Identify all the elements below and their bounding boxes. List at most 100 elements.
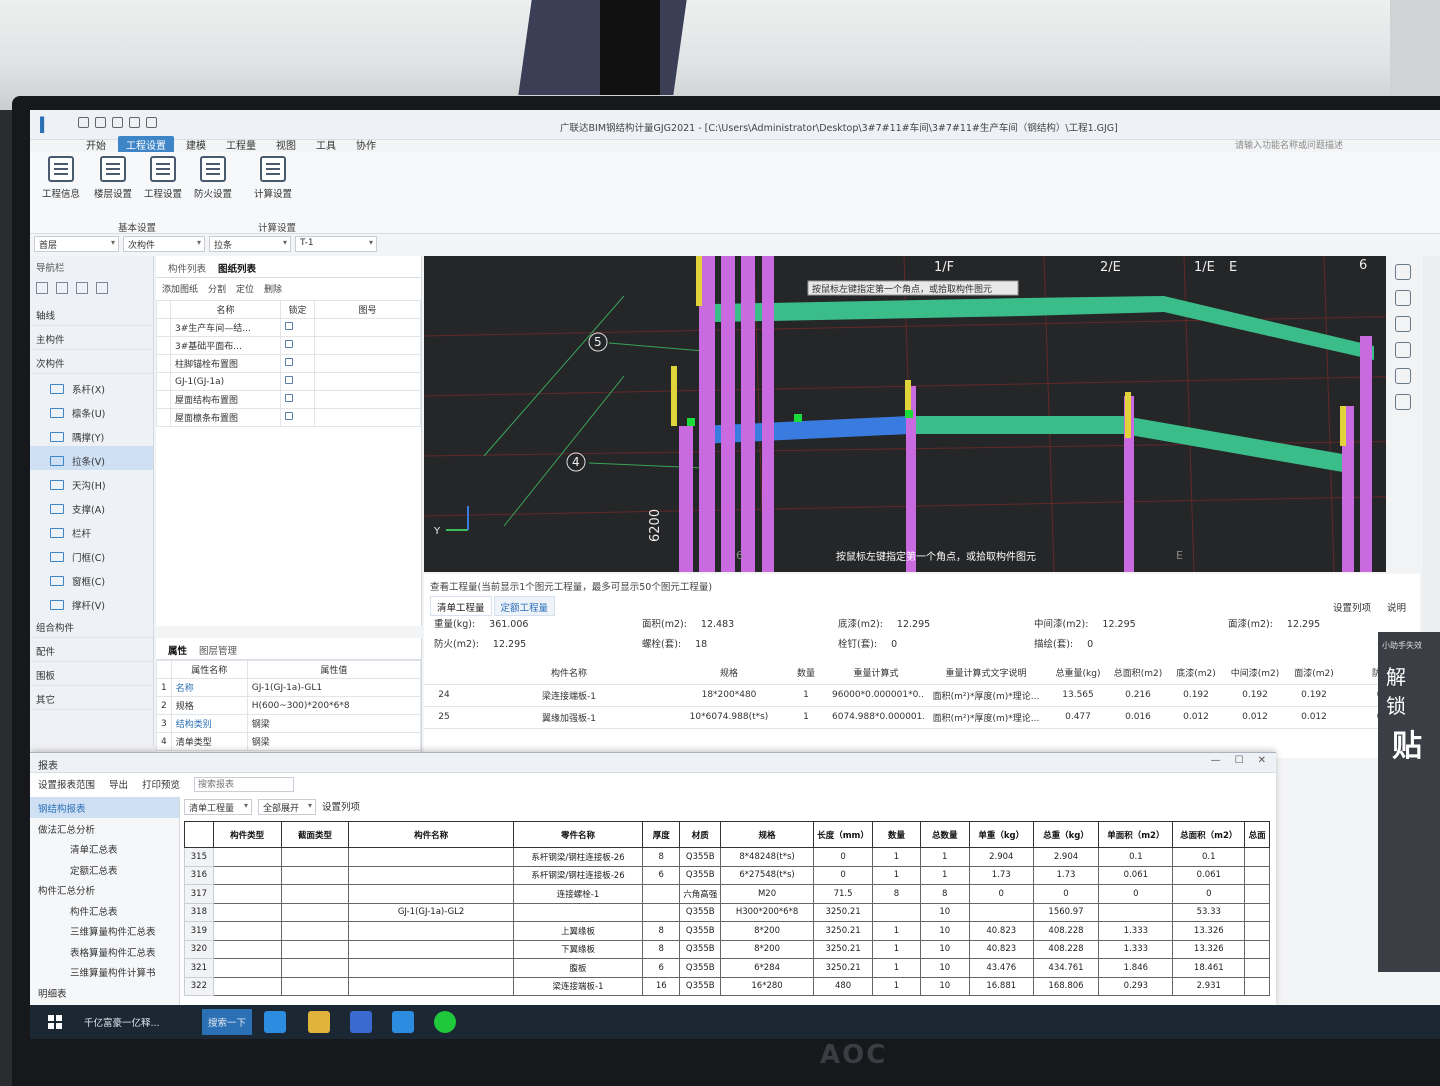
new-file-icon[interactable] (78, 117, 89, 128)
drawing-row-lock[interactable] (280, 372, 315, 391)
nav-item-6[interactable]: 栏杆 (30, 518, 153, 542)
nav-item-1[interactable]: 檩条(U) (30, 398, 153, 422)
floor-select[interactable]: 首层 (34, 236, 119, 252)
assistant-side-card[interactable]: 小助手失效 解 锁 贴 (1378, 632, 1440, 972)
maximize-button[interactable]: ☐ (1235, 755, 1244, 766)
open-file-icon[interactable] (95, 117, 106, 128)
menu-item-3[interactable]: 工程量 (218, 136, 264, 153)
prop-row-value[interactable]: 钢梁 (246, 714, 422, 733)
prop-row-value[interactable]: GJ-1(GJ-1a)-GL1 (246, 678, 422, 697)
nav-item-5[interactable]: 支撑(A) (30, 494, 153, 518)
nav-cat-main[interactable]: 主构件 (30, 326, 153, 350)
report-row[interactable]: 319 上翼缘板 8 Q355B 8*200 3250.21 1 10 40.823 408.22… (184, 921, 1270, 941)
save-icon[interactable] (112, 117, 123, 128)
nav-cat-other[interactable]: 其它 (30, 686, 153, 710)
nav-settings-icon[interactable] (36, 282, 48, 294)
nav-item-3[interactable]: 拉条(V) (30, 446, 153, 470)
qty-row[interactable]: 25 翼缘加强板-1 10*6074.988(t*s) 1 6074.988*0.000… (424, 706, 1420, 729)
nav-tile-icon[interactable] (96, 282, 108, 294)
nav-item-8[interactable]: 窗框(C) (30, 566, 153, 590)
minimize-button[interactable]: — (1211, 755, 1221, 766)
prop-row[interactable]: 1 名称 GJ-1(GJ-1a)-GL1 (156, 678, 422, 697)
nav-cat-combo[interactable]: 组合构件 (30, 614, 153, 638)
add-drawing-button[interactable]: 添加图纸 (162, 282, 198, 296)
nav-item-4[interactable]: 天沟(H) (30, 470, 153, 494)
tab-properties[interactable]: 属性 (162, 638, 193, 659)
report-tree-item[interactable]: 清单汇总表 (30, 838, 179, 859)
report-row[interactable]: 318 GJ-1(GJ-1a)-GL2 Q355B H300*200*6*8 3250.… (184, 902, 1270, 922)
report-search-input[interactable] (194, 776, 295, 792)
drawing-row-check[interactable] (156, 318, 171, 337)
ribbon-btn-project-info[interactable]: 工程信息 (36, 156, 86, 200)
drawing-row[interactable]: 屋面结构布置图 (156, 390, 421, 409)
drawing-row-check[interactable] (156, 336, 171, 355)
prop-row[interactable]: 3 结构类别 钢梁 (156, 714, 422, 733)
start-icon[interactable] (48, 1015, 62, 1029)
drawing-row-check[interactable] (156, 390, 171, 409)
drawing-row[interactable]: 屋面檩条布置图 (156, 408, 421, 427)
drawing-row[interactable]: GJ-1(GJ-1a) (156, 372, 421, 391)
expand-all-select[interactable]: 全部展开 (258, 799, 316, 815)
print-preview-button[interactable]: 打印预览 (142, 777, 180, 791)
ribbon-btn-floor-settings[interactable]: 楼层设置 (88, 156, 138, 200)
report-tree-item[interactable]: 表格算量构件汇总表 (30, 941, 179, 962)
prop-row[interactable]: 4 清单类型 钢梁 (156, 732, 422, 751)
delete-button[interactable]: 删除 (264, 282, 282, 296)
help-button[interactable]: 说明 (1387, 600, 1406, 614)
report-row[interactable]: 322 梁连接端板-1 16 Q355B 16*280 480 1 10 16.881 168.8… (184, 976, 1270, 996)
orbit-icon[interactable] (1395, 264, 1411, 280)
report-row[interactable]: 317 连接螺栓-1 六角高强 M20 71.5 8 8 0 0 0 0 (184, 884, 1270, 904)
layers-icon[interactable] (1395, 394, 1411, 410)
3d-viewport[interactable]: 5 4 1/F 2/E 1/E E 6 6200 E D D 6 按鼠标左键指定… (424, 256, 1420, 572)
redo-icon[interactable] (146, 117, 157, 128)
taskbar-app-t-icon[interactable] (264, 1011, 286, 1033)
taskbar-wechat-icon[interactable] (434, 1011, 456, 1033)
drawing-row-lock[interactable] (280, 390, 315, 409)
qty-row[interactable]: 24 梁连接端板-1 18*200*480 1 96000*0.000001*0... 面… (424, 684, 1420, 707)
tab-component-list[interactable]: 构件列表 (162, 256, 212, 277)
tab-quota-quantity[interactable]: 定额工程量 (493, 596, 556, 616)
component-type-select[interactable]: 次构件 (123, 236, 205, 252)
drawing-row-lock[interactable] (280, 318, 315, 337)
ribbon-btn-project-settings[interactable]: 工程设置 (138, 156, 188, 200)
report-row[interactable]: 315 系杆钢梁/钢柱连接板-26 8 Q355B 8*48248(t*s) 0 1 1 2.9… (184, 847, 1270, 867)
prop-row-value[interactable]: H(600~300)*200*6*8 (246, 696, 422, 715)
set-columns-button[interactable]: 设置列项 (1333, 600, 1371, 614)
drawing-row-lock[interactable] (280, 408, 315, 427)
report-tree-item[interactable]: 三维算量构件汇总表 (30, 920, 179, 941)
view-2d-icon[interactable] (1395, 290, 1411, 306)
menu-item-2[interactable]: 建模 (178, 136, 214, 153)
menu-item-0[interactable]: 开始 (78, 136, 114, 153)
report-tree-item[interactable]: 构件汇总表 (30, 900, 179, 921)
drawing-row[interactable]: 3#基础平面布... (156, 336, 421, 355)
menu-item-4[interactable]: 视图 (268, 136, 304, 153)
taskbar-folder-icon[interactable] (308, 1011, 330, 1033)
taskbar-item-browser[interactable]: 千亿富豪一亿释... (78, 1009, 198, 1035)
report-tree-item[interactable]: 做法汇总分析 (30, 818, 179, 839)
nav-item-9[interactable]: 撑杆(V) (30, 590, 153, 614)
view-3d-icon[interactable] (1395, 316, 1411, 332)
report-tree-item[interactable]: 钢结构报表 (30, 797, 179, 818)
locate-button[interactable]: 定位 (236, 282, 254, 296)
feature-search-hint[interactable]: 请输入功能名称或问题描述 (1235, 138, 1343, 151)
drawing-row[interactable]: 柱脚锚栓布置图 (156, 354, 421, 373)
export-button[interactable]: 导出 (109, 777, 128, 791)
model-canvas[interactable]: 5 4 1/F 2/E 1/E E 6 6200 E D D 6 按鼠标左键指定… (424, 256, 1420, 572)
drawing-row[interactable]: 3#生产车间—结... (156, 318, 421, 337)
bill-quantity-select[interactable]: 清单工程量 (184, 799, 252, 815)
ribbon-btn-calc-settings[interactable]: 计算设置 (248, 156, 298, 200)
report-tree-item[interactable]: 构件汇总分析 (30, 879, 179, 900)
taskbar-app-cad-icon[interactable] (350, 1011, 372, 1033)
tab-bill-quantity[interactable]: 清单工程量 (430, 596, 492, 616)
menu-item-5[interactable]: 工具 (308, 136, 344, 153)
tab-layer-manage[interactable]: 图层管理 (193, 638, 243, 659)
undo-icon[interactable] (129, 117, 140, 128)
tab-drawing-list[interactable]: 图纸列表 (212, 256, 262, 277)
report-tree-item[interactable]: 明细表 (30, 982, 179, 1003)
ribbon-btn-fire-settings[interactable]: 防火设置 (188, 156, 238, 200)
drawing-row-check[interactable] (156, 372, 171, 391)
nav-item-7[interactable]: 门框(C) (30, 542, 153, 566)
nav-list-icon[interactable] (76, 282, 88, 294)
report-row[interactable]: 316 系杆钢梁/钢柱连接板-26 6 Q355B 6*27548(t*s) 0 1 1 1.7… (184, 865, 1270, 885)
close-button[interactable]: ✕ (1258, 755, 1266, 766)
